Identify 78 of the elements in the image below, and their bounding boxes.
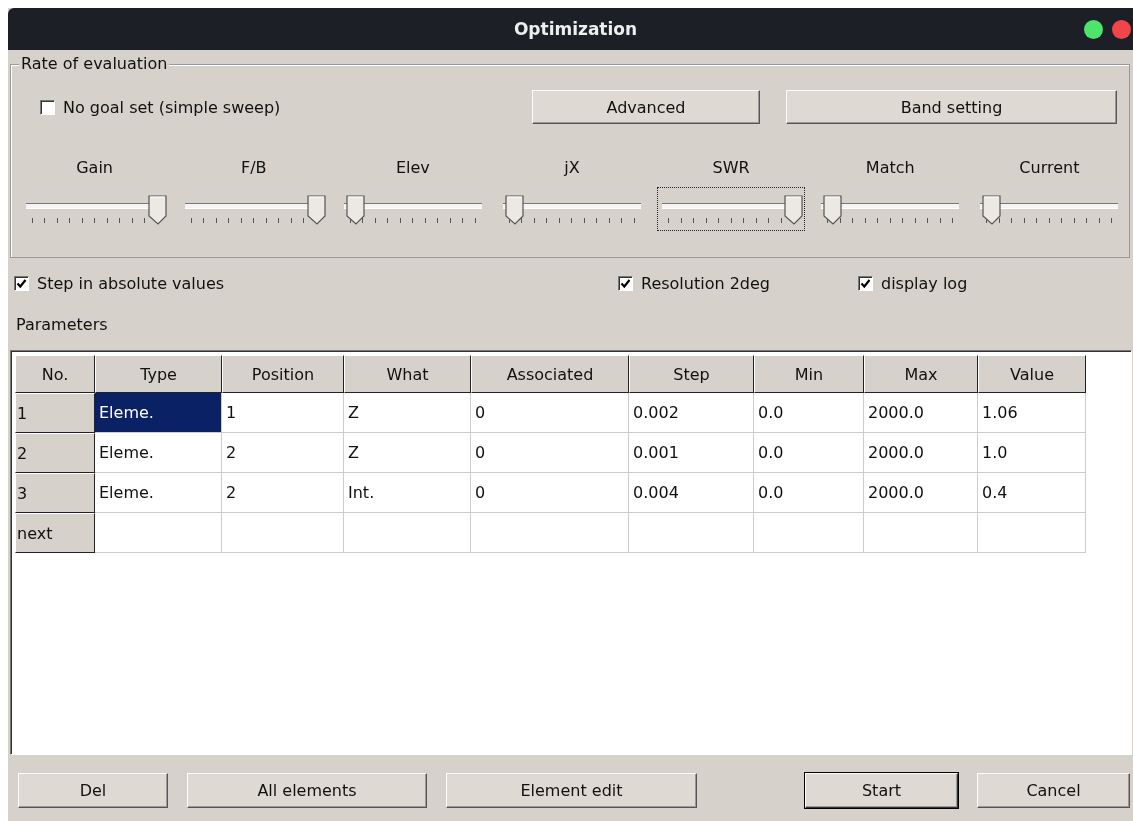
checkbox-label[interactable]: display log: [881, 273, 968, 293]
table-cell[interactable]: 0.001: [629, 433, 754, 473]
column-header[interactable]: No.: [15, 355, 95, 393]
checkbox[interactable]: [40, 99, 55, 115]
table-cell[interactable]: 0.0: [754, 393, 864, 433]
table-cell[interactable]: 2000.0: [864, 393, 978, 433]
slider-thumb[interactable]: [345, 195, 366, 225]
table-cell[interactable]: 2: [222, 473, 344, 513]
table-cell[interactable]: 0: [471, 393, 629, 433]
slider-label: Gain: [76, 157, 113, 179]
checkbox-label[interactable]: Resolution 2deg: [641, 273, 771, 293]
checkbox[interactable]: [14, 275, 29, 291]
slider-label: F/B: [240, 157, 267, 179]
slider-thumb[interactable]: [982, 195, 1003, 225]
table-cell[interactable]: 1: [222, 393, 344, 433]
column-header[interactable]: Max: [864, 355, 978, 393]
table-cell[interactable]: Eleme.: [95, 433, 222, 473]
slider-label: Elev: [395, 157, 430, 179]
empty-cell[interactable]: [864, 513, 978, 553]
checkbox[interactable]: [858, 275, 873, 291]
column-header[interactable]: Associated: [471, 355, 629, 393]
button[interactable]: Advanced: [532, 90, 760, 124]
button[interactable]: Cancel: [977, 773, 1130, 808]
table-cell[interactable]: 0: [471, 473, 629, 513]
table-cell[interactable]: Eleme.: [95, 473, 222, 513]
empty-cell[interactable]: [629, 513, 754, 553]
slider-label: Match: [865, 157, 915, 179]
column-header[interactable]: Value: [978, 355, 1086, 393]
slider-thumb[interactable]: [784, 195, 805, 225]
table-cell[interactable]: 2000.0: [864, 473, 978, 513]
table-cell[interactable]: 0.004: [629, 473, 754, 513]
slider-label: jX: [564, 157, 580, 179]
table-cell[interactable]: Z: [344, 433, 471, 473]
empty-cell[interactable]: [471, 513, 629, 553]
row-header[interactable]: next: [15, 513, 95, 553]
slider-thumb[interactable]: [147, 195, 168, 225]
close-button[interactable]: [1112, 20, 1131, 39]
table-cell[interactable]: 0.0: [754, 473, 864, 513]
slider-label: SWR: [712, 157, 750, 179]
table-cell[interactable]: 0: [471, 433, 629, 473]
slider-thumb[interactable]: [823, 195, 844, 225]
table-cell[interactable]: Int.: [344, 473, 471, 513]
button[interactable]: Band setting: [786, 90, 1117, 124]
maximize-button[interactable]: [1084, 20, 1103, 39]
empty-cell[interactable]: [222, 513, 344, 553]
row-header[interactable]: 3: [15, 473, 95, 513]
table-cell[interactable]: 1.06: [978, 393, 1086, 433]
table-cell[interactable]: Z: [344, 393, 471, 433]
table-cell[interactable]: 2: [222, 433, 344, 473]
table-cell[interactable]: 0.002: [629, 393, 754, 433]
table-cell[interactable]: 2000.0: [864, 433, 978, 473]
section-label: Parameters: [16, 314, 109, 336]
table-cell[interactable]: Eleme.: [95, 393, 222, 433]
slider-label: Current: [1019, 157, 1080, 179]
checkbox-label[interactable]: Step in absolute values: [37, 273, 225, 293]
slider-thumb[interactable]: [306, 195, 327, 225]
column-header[interactable]: Min: [754, 355, 864, 393]
checkbox-label[interactable]: No goal set (simple sweep): [63, 97, 281, 117]
window-title: Optimization: [513, 19, 638, 39]
button[interactable]: Start: [805, 773, 958, 808]
column-header[interactable]: What: [344, 355, 471, 393]
row-header[interactable]: 1: [15, 393, 95, 433]
table-cell[interactable]: 0.0: [754, 433, 864, 473]
table-cell[interactable]: 0.4: [978, 473, 1086, 513]
column-header[interactable]: Step: [629, 355, 754, 393]
table-cell[interactable]: 1.0: [978, 433, 1086, 473]
button[interactable]: Del: [18, 773, 168, 808]
empty-cell[interactable]: [978, 513, 1086, 553]
column-header[interactable]: Position: [222, 355, 344, 393]
empty-cell[interactable]: [754, 513, 864, 553]
button[interactable]: Element edit: [446, 773, 697, 808]
empty-cell[interactable]: [344, 513, 471, 553]
slider-thumb[interactable]: [505, 195, 525, 225]
checkbox[interactable]: [618, 275, 633, 291]
row-header[interactable]: 2: [15, 433, 95, 473]
column-header[interactable]: Type: [95, 355, 222, 393]
button[interactable]: All elements: [187, 773, 427, 808]
slider[interactable]: [657, 187, 806, 231]
